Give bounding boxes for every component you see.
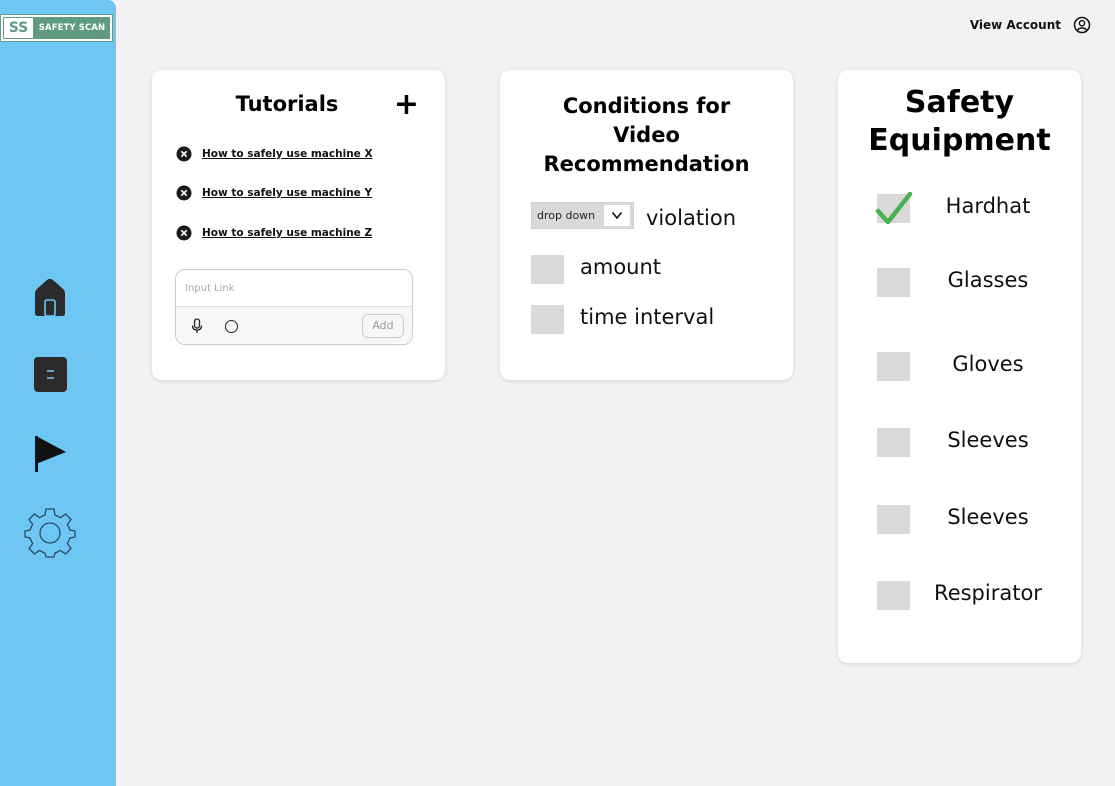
conditions-title-line: Video <box>613 123 680 147</box>
account-label: View Account <box>969 18 1061 32</box>
tutorial-link[interactable]: How to safely use machine Y <box>202 187 372 199</box>
dropdown-value: drop down <box>537 209 596 222</box>
user-circle-icon <box>1073 16 1091 34</box>
gear-icon <box>24 508 76 558</box>
condition-checkbox-amount[interactable] <box>531 255 564 284</box>
microphone-icon[interactable] <box>191 318 203 334</box>
tutorial-item: How to safely use machine Y <box>176 185 372 201</box>
violation-dropdown[interactable]: drop down <box>531 202 634 229</box>
remove-icon[interactable] <box>176 185 192 201</box>
add-tutorial-button[interactable]: + <box>394 90 419 120</box>
tutorial-link[interactable]: How to safely use machine Z <box>202 227 372 239</box>
sidebar-item-settings[interactable] <box>0 506 100 558</box>
tutorial-item: How to safely use machine X <box>176 146 373 162</box>
equipment-label-gloves: Gloves <box>952 352 1024 376</box>
equipment-checkbox-sleeves-2[interactable] <box>877 505 910 534</box>
equipment-label-hardhat: Hardhat <box>945 194 1031 218</box>
tutorials-title: Tutorials <box>235 92 339 116</box>
record-circle-button[interactable] <box>225 320 238 333</box>
sidebar-item-reports[interactable] <box>0 434 100 474</box>
equipment-title: Safety Equipment <box>838 84 1081 160</box>
safety-equipment-card: Safety Equipment Hardhat Glasses Gloves … <box>838 70 1081 663</box>
sidebar-item-home[interactable] <box>0 276 100 318</box>
home-icon <box>35 278 65 317</box>
equipment-title-line: Safety <box>904 85 1015 120</box>
input-toolbar: Add <box>176 307 412 344</box>
logo-name: SAFETY SCAN <box>34 17 110 39</box>
app-logo: SS SAFETY SCAN <box>0 14 113 42</box>
tutorials-card: Tutorials + How to safely use machine X … <box>152 70 445 380</box>
condition-label-violation: violation <box>646 206 737 230</box>
tutorial-item: How to safely use machine Z <box>176 225 372 241</box>
chevron-down-icon <box>604 205 630 226</box>
link-input-box: Add <box>175 269 413 345</box>
add-link-button[interactable]: Add <box>362 314 404 338</box>
checkmark-icon <box>875 191 913 225</box>
condition-label-time-interval: time interval <box>580 305 715 329</box>
equipment-label-sleeves: Sleeves <box>947 428 1029 452</box>
equipment-label-respirator: Respirator <box>934 581 1042 605</box>
equipment-checkbox-respirator[interactable] <box>877 581 910 610</box>
equipment-checkbox-gloves[interactable] <box>877 352 910 381</box>
sidebar-item-documents[interactable] <box>0 356 100 394</box>
condition-checkbox-time-interval[interactable] <box>531 305 564 334</box>
logo-mark: SS <box>3 17 34 39</box>
equipment-label-glasses: Glasses <box>947 268 1029 292</box>
conditions-title-line: Recommendation <box>543 152 750 176</box>
conditions-title: Conditions for Video Recommendation <box>500 92 793 179</box>
flag-icon <box>35 436 66 472</box>
equipment-checkbox-sleeves[interactable] <box>877 428 910 457</box>
remove-icon[interactable] <box>176 225 192 241</box>
condition-label-amount: amount <box>580 255 662 279</box>
sidebar: SS SAFETY SCAN <box>0 0 116 786</box>
conditions-title-line: Conditions for <box>562 94 731 118</box>
conditions-card: Conditions for Video Recommendation drop… <box>500 70 793 380</box>
equipment-title-line: Equipment <box>868 123 1051 158</box>
remove-icon[interactable] <box>176 146 192 162</box>
equipment-label-sleeves-2: Sleeves <box>947 505 1029 529</box>
link-input[interactable] <box>176 270 412 307</box>
document-icon <box>34 357 67 392</box>
view-account-link[interactable]: View Account <box>970 16 1091 34</box>
tutorial-link[interactable]: How to safely use machine X <box>202 148 373 160</box>
equipment-checkbox-glasses[interactable] <box>877 268 910 297</box>
